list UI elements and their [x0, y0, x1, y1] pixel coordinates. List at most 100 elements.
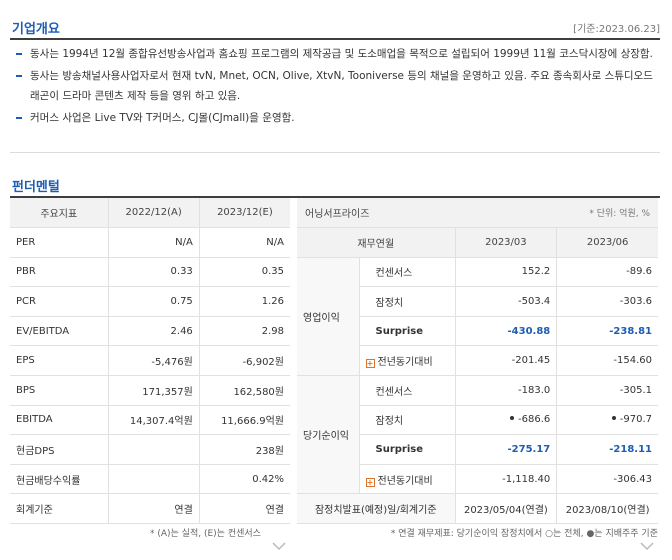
cell-value: 2.98	[198, 316, 290, 347]
bullet-icon	[16, 53, 22, 55]
announcement-date-label: 잠정치발표(예정)일/회계기준	[297, 493, 456, 525]
cell-value: 2023/08/10(연결)	[556, 493, 658, 525]
table-row: EPS -5,476원 -6,902원	[10, 345, 290, 377]
plus-icon[interactable]: +	[365, 477, 375, 487]
cell-value: 2023/05/04(연결)	[455, 493, 558, 525]
table-header: 재무연월	[297, 227, 456, 258]
earnings-surprise-title: 어닝서프라이즈	[297, 198, 455, 229]
cell-value: 11,666.9억원	[198, 405, 290, 436]
cell-value: 0.42%	[198, 464, 290, 495]
table-row: 잠정치발표(예정)일/회계기준 2023/05/04(연결) 2023/08/1…	[297, 493, 658, 525]
cell-value: 152.2	[455, 257, 558, 288]
cell-value: 0.35	[198, 257, 290, 288]
table-row: 현금DPS 238원	[10, 434, 290, 465]
table-row: PER N/A N/A	[10, 227, 290, 258]
plus-icon[interactable]: +	[365, 359, 375, 369]
list-item: 동사는 방송채널사용사업자로서 현재 tvN, Mnet, OCN, Olive…	[14, 66, 656, 106]
filled-dot-icon	[611, 416, 616, 421]
row-label: 회계기준	[10, 493, 108, 525]
cell-value: N/A	[107, 227, 200, 258]
cell-value: -303.6	[556, 286, 658, 317]
cell-value: -201.45	[455, 345, 558, 377]
table-row: EV/EBITDA 2.46 2.98	[10, 316, 290, 347]
row-label: PER	[10, 227, 108, 258]
cell-value: -218.11	[556, 434, 658, 465]
cell-value: -1,118.40	[455, 464, 558, 495]
table-row: EBITDA 14,307.4억원 11,666.9억원	[10, 405, 290, 436]
bullet-icon	[16, 75, 22, 77]
cell-value: 162,580원	[198, 375, 290, 406]
row-label: Surprise	[359, 316, 456, 347]
cell-value: -305.1	[556, 375, 658, 406]
list-item: 동사는 1994년 12월 종합유선방송사업과 홈쇼핑 프로그램의 제작공급 및…	[14, 44, 656, 64]
cell-value: -430.88	[455, 316, 558, 347]
table-row: BPS 171,357원 162,580원	[10, 375, 290, 406]
table-row: 당기순이익 컨센서스 -183.0 -305.1	[297, 375, 658, 495]
table-row: 회계기준 연결 연결	[10, 493, 290, 525]
chevron-down-icon[interactable]	[640, 542, 654, 551]
row-label: PBR	[10, 257, 108, 288]
table-header: 2023/12(E)	[199, 198, 290, 229]
key-indicators-table: 주요지표 2022/12(A) 2023/12(E) PER N/A N/A PBR…	[10, 198, 290, 525]
table-row: 영업이익 컨센서스 152.2 -89.6	[297, 257, 658, 377]
cell-value: 0.33	[107, 257, 200, 288]
cell-value: 연결	[107, 493, 200, 525]
row-label: 잠정치	[359, 286, 456, 317]
earnings-surprise-table: 어닝서프라이즈 * 단위: 억원, % 재무연월 2023/03 2023/06…	[297, 198, 658, 525]
divider	[10, 152, 660, 153]
chevron-down-icon[interactable]	[272, 542, 286, 551]
cell-value: 2.46	[107, 316, 200, 347]
cell-value: 연결	[198, 493, 290, 525]
cell-value: -686.6	[455, 405, 558, 436]
cell-value: -89.6	[556, 257, 658, 288]
cell-value: N/A	[198, 227, 290, 258]
table-header: 2023/03	[455, 227, 558, 258]
cell-value: 14,307.4억원	[107, 405, 200, 436]
row-label: BPS	[10, 375, 108, 406]
row-label: EBITDA	[10, 405, 108, 436]
unit-note: * 단위: 억원, %	[455, 198, 658, 229]
cell-value: -5,476원	[107, 345, 200, 377]
cell-value: -154.60	[556, 345, 658, 377]
table-header: 2022/12(A)	[108, 198, 200, 229]
row-label: EV/EBITDA	[10, 316, 108, 347]
yoy-toggle[interactable]: + 전년동기대비	[359, 345, 456, 377]
cell-value: 1.26	[198, 286, 290, 317]
company-overview-title: 기업개요	[12, 22, 60, 37]
cell-value: -503.4	[455, 286, 558, 317]
cell-value	[107, 464, 200, 495]
cell-value: 0.75	[107, 286, 200, 317]
cell-value: -238.81	[556, 316, 658, 347]
table-row: PBR 0.33 0.35	[10, 257, 290, 288]
row-label: 현금배당수익률	[10, 464, 108, 495]
fundamental-title: 펀더멘털	[12, 180, 60, 195]
list-item: 커머스 사업은 Live TV와 T커머스, CJ몰(CJmall)을 운영함.	[14, 108, 656, 128]
divider	[10, 38, 660, 40]
cell-value: -183.0	[455, 375, 558, 406]
base-date: [기준:2023.06.23]	[573, 24, 660, 35]
row-label: 컨센서스	[359, 375, 456, 406]
cell-value: -970.7	[556, 405, 658, 436]
table-header: 2023/06	[556, 227, 658, 258]
bullet-icon	[16, 117, 22, 119]
cell-value: 238원	[198, 434, 290, 465]
cell-value: -306.43	[556, 464, 658, 495]
group-label-operating-income: 영업이익	[297, 257, 360, 377]
cell-value: -6,902원	[198, 345, 290, 377]
row-label: 잠정치	[359, 405, 456, 436]
table-row: PCR 0.75 1.26	[10, 286, 290, 317]
table-footnote: * (A)는 실적, (E)는 컨센서스	[150, 529, 261, 539]
row-label: PCR	[10, 286, 108, 317]
cell-value	[107, 434, 200, 465]
row-label: 현금DPS	[10, 434, 108, 465]
row-label: EPS	[10, 345, 108, 377]
row-label: Surprise	[359, 434, 456, 465]
row-label: 컨센서스	[359, 257, 456, 288]
group-label-net-income: 당기순이익	[297, 375, 360, 495]
cell-value: -275.17	[455, 434, 558, 465]
yoy-toggle[interactable]: + 전년동기대비	[359, 464, 456, 495]
table-header: 주요지표	[10, 198, 109, 229]
filled-dot-icon	[510, 416, 514, 421]
table-row: 현금배당수익률 0.42%	[10, 464, 290, 495]
overview-list: 동사는 1994년 12월 종합유선방송사업과 홈쇼핑 프로그램의 제작공급 및…	[14, 44, 656, 128]
